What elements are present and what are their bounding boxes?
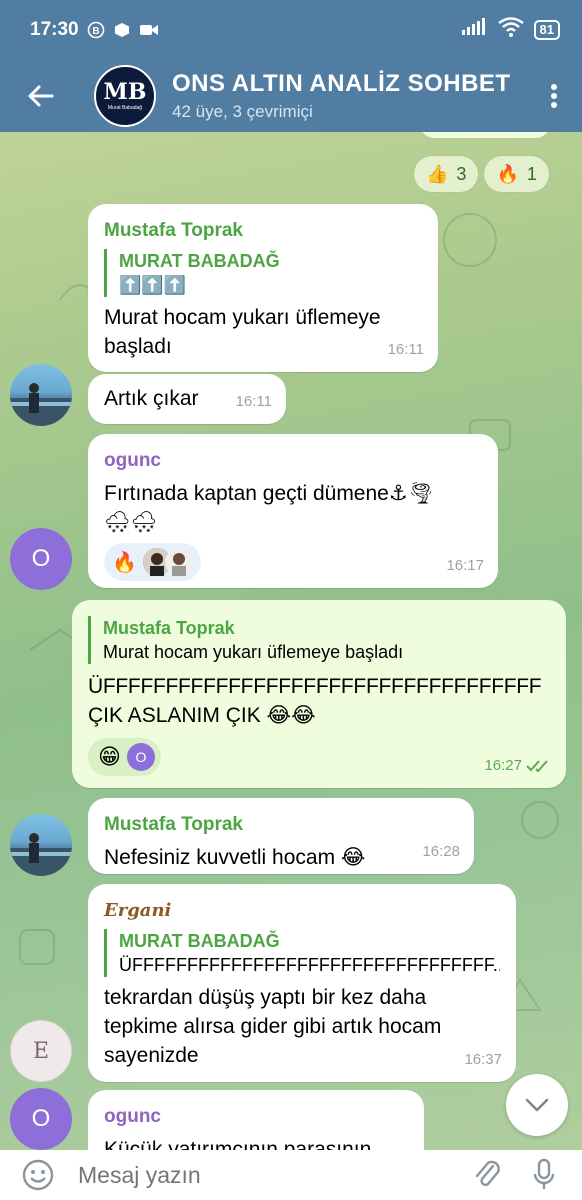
previous-message-edge [420, 132, 550, 138]
message-text: Nefesiniz kuvvetli hocam 😂 [104, 846, 366, 869]
reply-quote-name: MURAT BABADAĞ [119, 931, 280, 951]
message-text-line: ÇIK ASLANIM ÇIK 😂😂 [88, 704, 316, 727]
reply-quote-text: Murat hocam yukarı üflemeye başladı [103, 642, 404, 662]
thumbs-up-icon: 👍 [426, 163, 449, 185]
message-composer [0, 1150, 582, 1200]
more-options-button[interactable] [526, 60, 582, 132]
message-text-line: Fırtınada kaptan geçti dümene⚓🌪 [104, 482, 435, 505]
message-sender: Ergani [104, 900, 172, 921]
message-time: 16:28 [422, 843, 460, 860]
chat-title-block[interactable]: ONS ALTIN ANALİZ SOHBET 42 üye, 3 çevrim… [172, 70, 526, 122]
message-time: 16:11 [387, 341, 424, 358]
reply-quote[interactable]: MURAT BABADAĞ ÜFFFFFFFFFFFFFFFFFFFFFFFFF… [104, 929, 500, 977]
status-bar: 17:30 B 81 [0, 0, 582, 60]
avatar-letter: O [31, 1105, 51, 1132]
message-reaction[interactable]: 😁 O [88, 738, 161, 776]
message-time: 16:37 [464, 1051, 502, 1068]
reply-quote-text: ÜFFFFFFFFFFFFFFFFFFFFFFFFFFFFFFFFF... [119, 955, 500, 975]
message-time: 16:27 [484, 757, 522, 774]
sender-avatar[interactable] [10, 814, 72, 876]
scroll-to-bottom-button[interactable] [506, 1074, 568, 1136]
group-avatar-caption: Murat Babadağ [107, 105, 143, 111]
previous-message-reactions: 👍 3 🔥 1 [414, 156, 549, 192]
double-check-icon [526, 759, 548, 772]
reply-quote-name: MURAT BABADAĞ [119, 251, 280, 271]
message-text: Artık çıkar [104, 387, 199, 410]
attach-button[interactable] [466, 1153, 510, 1197]
message-sender: ogunc [104, 450, 161, 471]
svg-text:B: B [92, 26, 99, 37]
avatar-letter: E [32, 1038, 50, 1064]
signal-icon [461, 18, 488, 42]
b-notification-icon: B [87, 21, 105, 39]
reply-quote[interactable]: MURAT BABADAĞ ⬆️⬆️⬆️ [104, 249, 422, 297]
message-text: Murat hocam yukarı üflemeye başladı [104, 306, 381, 358]
reactor-avatar: O [126, 743, 155, 771]
sender-avatar[interactable]: E [10, 1020, 72, 1082]
smiley-icon [22, 1159, 54, 1191]
box-icon [113, 21, 131, 39]
back-button[interactable] [0, 60, 80, 132]
emoji-button[interactable] [16, 1153, 60, 1197]
message-text-line: tekrardan düşüş yaptı bir kez daha [104, 986, 427, 1009]
message-text-line: ÜFFFFFFFFFFFFFFFFFFFFFFFFFFFFFFFFFFF [88, 675, 542, 698]
reply-quote-text: ⬆️⬆️⬆️ [119, 275, 187, 295]
message-text-line: 🌨🌨 [104, 511, 158, 534]
message-input[interactable] [78, 1161, 466, 1189]
sender-avatar[interactable] [10, 364, 72, 426]
person-photo-icon [164, 548, 193, 576]
message-bubble-outgoing[interactable]: Mustafa Toprak Murat hocam yukarı üfleme… [72, 600, 566, 788]
reaction-count: 3 [456, 163, 467, 184]
video-icon [139, 22, 159, 38]
reactor-avatar [164, 548, 193, 576]
kebab-menu-icon [551, 84, 557, 108]
reply-quote[interactable]: Mustafa Toprak Murat hocam yukarı üfleme… [88, 616, 550, 664]
chat-title: ONS ALTIN ANALİZ SOHBET [172, 70, 511, 97]
paperclip-icon [475, 1160, 500, 1187]
message-text-line: tepkime alırsa gider gibi artık hocam [104, 1015, 442, 1038]
reaction-thumbs-up[interactable]: 👍 3 [414, 156, 479, 192]
chat-subtitle: 42 üye, 3 çevrimiçi [172, 102, 313, 121]
message-sender: Mustafa Toprak [104, 220, 244, 241]
reaction-fire[interactable]: 🔥 1 [484, 156, 549, 192]
battery-indicator: 81 [533, 20, 560, 40]
person-photo-icon [10, 383, 72, 426]
group-avatar[interactable]: MB Murat Babadağ [94, 65, 156, 127]
arrow-left-icon [28, 85, 54, 107]
microphone-icon [533, 1158, 555, 1189]
message-text: Küçük yatırımcının parasının [104, 1138, 372, 1150]
grinning-face-icon: 😁 [98, 744, 121, 770]
chevron-down-icon [525, 1098, 549, 1112]
message-time-status: 16:27 [484, 751, 552, 780]
message-reaction[interactable]: 🔥 [104, 543, 201, 581]
status-time: 17:30 [30, 19, 79, 40]
sender-avatar[interactable]: O [10, 528, 72, 590]
avatar-letter: O [31, 545, 51, 572]
sender-avatar[interactable]: O [10, 1088, 72, 1150]
message-sender: ogunc [104, 1106, 161, 1127]
fire-icon: 🔥 [496, 163, 519, 185]
chat-header: MB Murat Babadağ ONS ALTIN ANALİZ SOHBET… [0, 60, 582, 132]
person-photo-icon [10, 833, 72, 876]
reply-quote-name: Mustafa Toprak [103, 618, 235, 638]
message-bubble[interactable]: ogunc Küçük yatırımcının parasının [88, 1090, 424, 1150]
reaction-count: 1 [526, 163, 537, 184]
message-text-line: sayenizde [104, 1044, 199, 1067]
message-time: 16:17 [446, 557, 484, 574]
message-bubble[interactable]: Artık çıkar 16:11 [88, 374, 286, 424]
message-bubble[interactable]: Mustafa Toprak MURAT BABADAĞ ⬆️⬆️⬆️ Mura… [88, 204, 438, 372]
wifi-icon [497, 17, 524, 43]
message-sender: Mustafa Toprak [104, 814, 244, 835]
message-bubble[interactable]: ogunc Fırtınada kaptan geçti dümene⚓🌪 🌨🌨… [88, 434, 498, 588]
voice-message-button[interactable] [522, 1153, 566, 1197]
group-avatar-mark: MB [103, 79, 147, 105]
message-time: 16:11 [235, 393, 272, 410]
fire-icon: 🔥 [112, 549, 137, 574]
avatar-letter: O [135, 748, 147, 765]
message-bubble[interactable]: Ergani MURAT BABADAĞ ÜFFFFFFFFFFFFFFFFFF… [88, 884, 516, 1082]
message-list[interactable]: 👍 3 🔥 1 Mustafa Toprak MURAT BABADAĞ ⬆️⬆… [0, 132, 582, 1150]
message-bubble[interactable]: Mustafa Toprak Nefesiniz kuvvetli hocam … [88, 798, 474, 874]
